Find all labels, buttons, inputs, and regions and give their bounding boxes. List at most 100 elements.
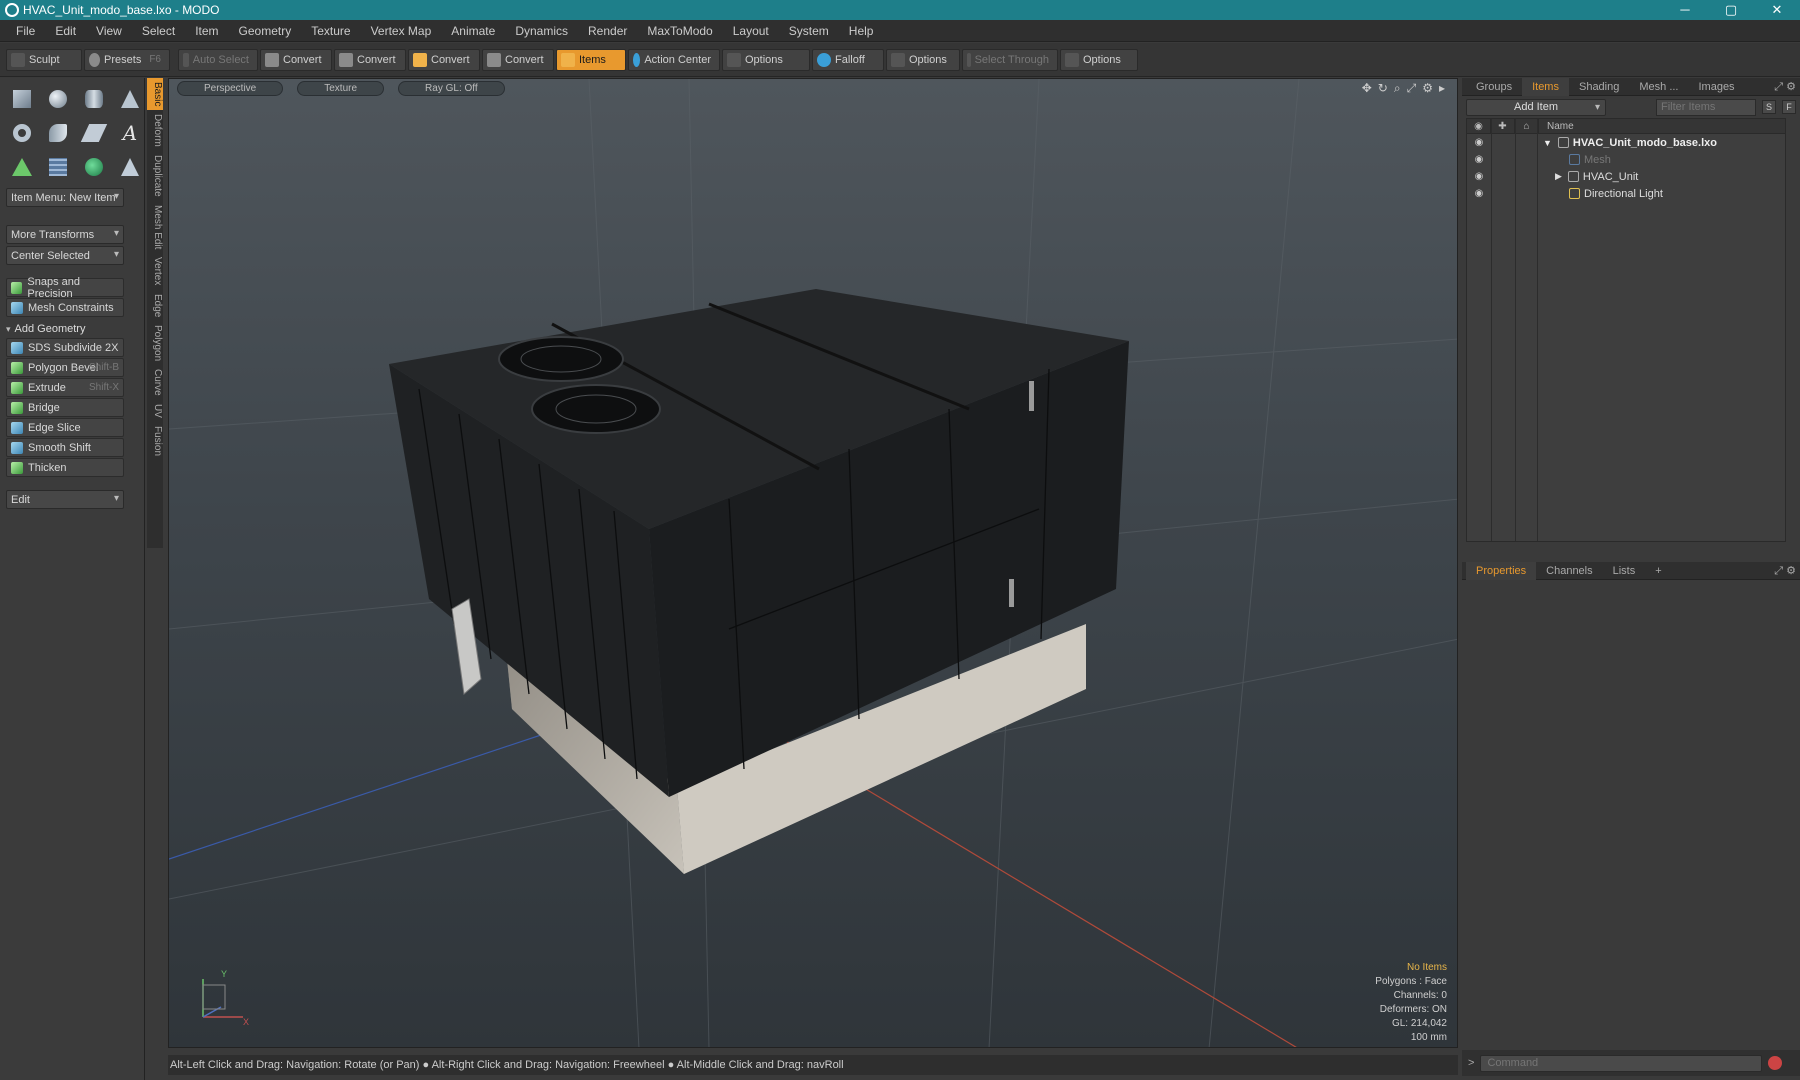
bridge-button[interactable]: Bridge [6, 398, 124, 417]
menu-file[interactable]: File [6, 24, 45, 38]
viewport-menu-icon[interactable]: ▸ [1439, 81, 1445, 96]
thicken-button[interactable]: Thicken [6, 458, 124, 477]
filter-f-button[interactable]: F [1782, 100, 1796, 114]
mesh-constraints-button[interactable]: Mesh Constraints [6, 298, 124, 317]
items-mode-button[interactable]: Items [556, 48, 626, 71]
sphere-primitive-button[interactable] [42, 84, 74, 114]
transform-tool-button[interactable] [6, 152, 38, 182]
edge-slice-button[interactable]: Edge Slice [6, 418, 124, 437]
menu-texture[interactable]: Texture [301, 24, 360, 38]
text-primitive-button[interactable]: A [114, 118, 146, 148]
convert-edges-button[interactable]: Convert [334, 48, 406, 71]
edit-dropdown[interactable]: Edit [6, 490, 124, 509]
menu-vertex-map[interactable]: Vertex Map [361, 24, 442, 38]
tab-lists[interactable]: Lists [1603, 562, 1646, 580]
command-input[interactable] [1480, 1054, 1763, 1072]
tree-item-hvac-unit[interactable]: ◉ ▶ HVAC_Unit [1467, 168, 1785, 185]
extrude-button[interactable]: Extrude Shift-X [6, 378, 124, 397]
minimize-button[interactable]: ─ [1662, 0, 1708, 20]
tab-channels[interactable]: Channels [1536, 562, 1602, 580]
select-through-button[interactable]: Select Through [962, 48, 1058, 71]
panel-settings-icon[interactable]: ⤢ ⚙ [1764, 78, 1800, 96]
more-transforms-dropdown[interactable]: More Transforms [6, 225, 124, 244]
tree-item-root[interactable]: ◉ ▼ HVAC_Unit_modo_base.lxo [1467, 134, 1785, 151]
cylinder-primitive-button[interactable] [78, 84, 110, 114]
action-center-button[interactable]: Action Center [628, 48, 720, 71]
menu-help[interactable]: Help [839, 24, 884, 38]
eye-icon[interactable]: ◉ [1467, 188, 1491, 199]
add-geometry-section[interactable]: Add Geometry [6, 321, 138, 337]
tab-fusion[interactable]: Fusion [147, 422, 163, 460]
menu-geometry[interactable]: Geometry [229, 24, 302, 38]
panel-settings-icon[interactable]: ⤢ ⚙ [1764, 562, 1800, 580]
shading-mode-dropdown[interactable]: Texture [297, 81, 385, 96]
snaps-precision-button[interactable]: Snaps and Precision [6, 276, 124, 300]
cube-primitive-button[interactable] [6, 84, 38, 114]
type-column-icon[interactable]: ⌂ [1515, 118, 1539, 134]
falloff-options-button[interactable]: Options [886, 48, 960, 71]
plane-primitive-button[interactable] [78, 118, 110, 148]
convert-materials-button[interactable]: Convert [482, 48, 554, 71]
sds-subdivide-button[interactable]: SDS Subdivide 2X [6, 338, 124, 357]
tab-mesh-edit[interactable]: Mesh Edit [147, 201, 163, 253]
convert-vertices-button[interactable]: Convert [260, 48, 332, 71]
rotate-icon[interactable]: ↻ [1378, 81, 1388, 96]
viewport-settings-icon[interactable]: ⚙ [1422, 81, 1433, 96]
add-item-dropdown[interactable]: Add Item [1466, 98, 1606, 116]
zoom-icon[interactable]: ⌕ [1394, 81, 1401, 96]
tab-images[interactable]: Images [1688, 78, 1744, 96]
menu-render[interactable]: Render [578, 24, 637, 38]
hvac-unit-model[interactable] [389, 289, 1129, 874]
tab-mesh[interactable]: Mesh ... [1629, 78, 1688, 96]
auto-select-button[interactable]: Auto Select [178, 48, 258, 71]
tab-deform[interactable]: Deform [147, 110, 163, 151]
maximize-viewport-icon[interactable]: ⤢ [1407, 81, 1417, 96]
menu-item[interactable]: Item [185, 24, 228, 38]
collapse-arrow-icon[interactable]: ▼ [1543, 138, 1552, 148]
tab-basic[interactable]: Basic [147, 78, 163, 111]
grid-tool-button[interactable] [42, 152, 74, 182]
menu-select[interactable]: Select [132, 24, 185, 38]
menu-view[interactable]: View [86, 24, 132, 38]
tube-primitive-button[interactable] [42, 118, 74, 148]
add-tab-button[interactable]: + [1645, 562, 1671, 580]
visibility-column-icon[interactable]: ◉ [1467, 118, 1491, 134]
tab-shading[interactable]: Shading [1569, 78, 1629, 96]
filter-items-input[interactable] [1656, 98, 1756, 116]
spike-tool-button[interactable] [114, 152, 146, 182]
tab-edge[interactable]: Edge [147, 290, 163, 321]
raygl-toggle[interactable]: Ray GL: Off [398, 81, 505, 96]
menu-layout[interactable]: Layout [723, 24, 779, 38]
tab-items[interactable]: Items [1522, 77, 1569, 96]
3d-viewport[interactable]: Perspective Texture Ray GL: Off ✥ ↻ ⌕ ⤢ … [168, 78, 1458, 1048]
name-column-header[interactable]: Name [1539, 121, 1574, 132]
lock-column-icon[interactable]: ✚ [1491, 118, 1515, 134]
smooth-shift-button[interactable]: Smooth Shift [6, 438, 124, 457]
tab-curve[interactable]: Curve [147, 365, 163, 400]
select-through-options-button[interactable]: Options [1060, 48, 1138, 71]
menu-system[interactable]: System [779, 24, 839, 38]
tab-duplicate[interactable]: Duplicate [147, 151, 163, 201]
convert-polygons-button[interactable]: Convert [408, 48, 480, 71]
eye-icon[interactable]: ◉ [1467, 137, 1491, 148]
expand-arrow-icon[interactable]: ▶ [1555, 171, 1562, 182]
tab-properties[interactable]: Properties [1466, 561, 1537, 580]
torus-primitive-button[interactable] [6, 118, 38, 148]
sculpt-button[interactable]: Sculpt [6, 48, 82, 71]
menu-edit[interactable]: Edit [45, 24, 86, 38]
falloff-button[interactable]: Falloff [812, 48, 884, 71]
tree-item-directional-light[interactable]: ◉ Directional Light [1467, 185, 1785, 202]
command-stop-icon[interactable] [1768, 1056, 1783, 1070]
view-type-dropdown[interactable]: Perspective [177, 81, 284, 96]
maximize-button[interactable]: ▢ [1708, 0, 1754, 20]
cone-primitive-button[interactable] [114, 84, 146, 114]
tree-item-mesh[interactable]: ◉ Mesh [1467, 151, 1785, 168]
item-menu-dropdown[interactable]: Item Menu: New Item [6, 188, 124, 207]
filter-s-button[interactable]: S [1762, 100, 1776, 114]
polygon-bevel-button[interactable]: Polygon Bevel Shift-B [6, 358, 124, 377]
center-selected-dropdown[interactable]: Center Selected [6, 246, 124, 265]
tab-uv[interactable]: UV [147, 400, 163, 422]
menu-animate[interactable]: Animate [441, 24, 505, 38]
presets-button[interactable]: Presets F6 [84, 48, 170, 71]
tab-vertex[interactable]: Vertex [147, 253, 163, 289]
